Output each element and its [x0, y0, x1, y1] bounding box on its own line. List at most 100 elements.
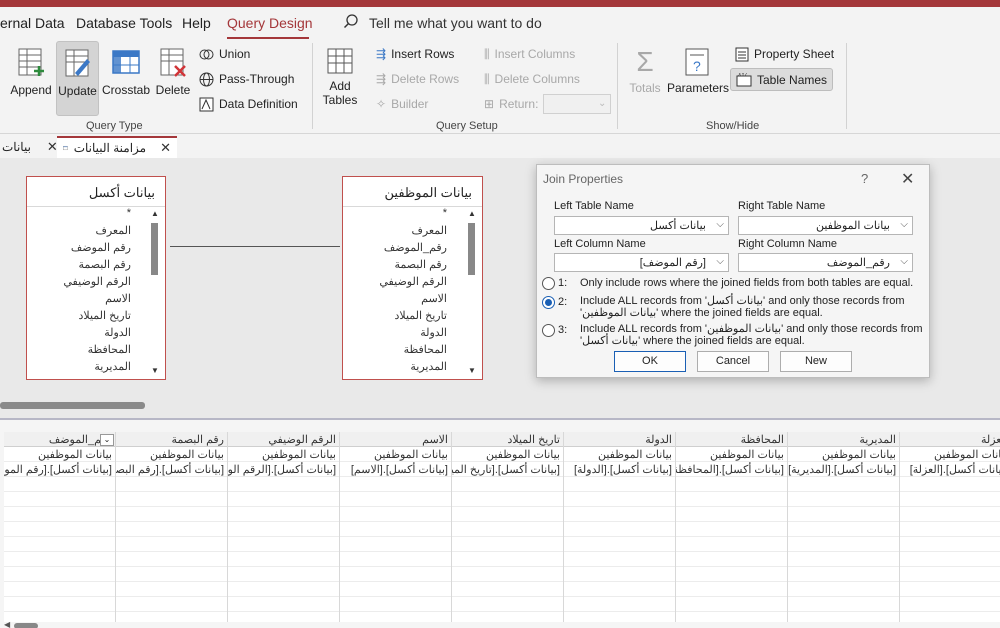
grid-cell-empty[interactable]: [564, 552, 675, 567]
table-field[interactable]: رقم البصمة: [35, 258, 145, 275]
grid-cell-update[interactable]: [بيانات أكسل].[رقم البصمة]: [116, 462, 227, 477]
grid-cell-empty[interactable]: [452, 507, 563, 522]
cancel-button[interactable]: Cancel: [697, 351, 769, 372]
grid-cell-empty[interactable]: [788, 597, 899, 612]
grid-cell-empty[interactable]: [116, 537, 227, 552]
grid-cell-empty[interactable]: [452, 477, 563, 492]
table-field[interactable]: *: [35, 207, 145, 224]
grid-cell-field[interactable]: رقم_الموضف: [4, 432, 115, 447]
scroll-up-icon[interactable]: ▲: [151, 209, 159, 218]
grid-cell-field[interactable]: العزلة: [900, 432, 1000, 447]
grid-cell-empty[interactable]: [676, 567, 787, 582]
grid-cell-update[interactable]: [بيانات أكسل].[العزلة]: [900, 462, 1000, 477]
left-column-name-select[interactable]: [رقم الموضف] ⌵: [554, 253, 729, 272]
union-button[interactable]: Union: [199, 44, 250, 64]
table-field[interactable]: رقم البصمة: [351, 258, 461, 275]
add-tables-button[interactable]: Add Tables: [320, 43, 360, 115]
close-icon[interactable]: ✕: [901, 169, 914, 189]
grid-cell-update[interactable]: [بيانات أكسل].[تاريخ الميلاد]: [452, 462, 563, 477]
table-field[interactable]: المعرف: [351, 224, 461, 241]
grid-cell-empty[interactable]: [900, 492, 1000, 507]
grid-cell-empty[interactable]: [452, 537, 563, 552]
grid-cell-table[interactable]: بيانات الموظفين: [900, 447, 1000, 462]
insert-columns-button[interactable]: ⫼ Insert Columns: [484, 44, 575, 64]
join-option-3-text[interactable]: Include ALL records from 'بيانات الموظفي…: [580, 323, 925, 347]
grid-cell-empty[interactable]: [228, 507, 339, 522]
grid-cell-empty[interactable]: [788, 507, 899, 522]
grid-cell-empty[interactable]: [228, 552, 339, 567]
scroll-thumb[interactable]: [151, 223, 158, 275]
grid-cell-empty[interactable]: [340, 507, 451, 522]
grid-cell-field[interactable]: تاريخ الميلاد: [452, 432, 563, 447]
grid-cell-empty[interactable]: [452, 567, 563, 582]
grid-cell-table[interactable]: بيانات الموظفين: [340, 447, 451, 462]
table-field[interactable]: الاسم: [351, 292, 461, 309]
property-sheet-button[interactable]: Property Sheet: [735, 44, 834, 64]
grid-cell-empty[interactable]: [116, 597, 227, 612]
table-field[interactable]: الرقم الوضيفي: [35, 275, 145, 292]
tab-data-sync[interactable]: مزامنة البيانات ✕: [57, 136, 177, 158]
grid-cell-empty[interactable]: [900, 552, 1000, 567]
grid-cell-empty[interactable]: [340, 522, 451, 537]
right-table-box[interactable]: بيانات الموظفين * المعرف رقم_الموضف رقم الب…: [342, 176, 483, 380]
left-table-scrollbar[interactable]: ▲ ▼: [149, 209, 161, 375]
table-field[interactable]: الدولة: [35, 326, 145, 343]
grid-cell-empty[interactable]: [788, 492, 899, 507]
grid-cell-update[interactable]: [بيانات أكسل].[المحافظة]: [676, 462, 787, 477]
grid-cell-empty[interactable]: [900, 537, 1000, 552]
grid-cell-table[interactable]: بيانات الموظفين: [564, 447, 675, 462]
grid-cell-empty[interactable]: [564, 597, 675, 612]
grid-cell-empty[interactable]: [452, 552, 563, 567]
table-field[interactable]: المحافظة: [351, 343, 461, 360]
close-icon[interactable]: ✕: [160, 140, 171, 156]
new-button[interactable]: New: [780, 351, 852, 372]
grid-cell-empty[interactable]: [228, 582, 339, 597]
grid-cell-table[interactable]: بيانات الموظفين: [4, 447, 115, 462]
join-option-1-text[interactable]: Only include rows where the joined field…: [580, 277, 925, 289]
grid-cell-empty[interactable]: [340, 492, 451, 507]
grid-cell-empty[interactable]: [4, 477, 115, 492]
grid-cell-empty[interactable]: [788, 552, 899, 567]
table-field[interactable]: الاسم: [35, 292, 145, 309]
grid-cell-empty[interactable]: [676, 507, 787, 522]
grid-cell-update[interactable]: [بيانات أكسل].[رقم الموضف]: [4, 462, 115, 477]
grid-cell-table[interactable]: بيانات الموظفين: [788, 447, 899, 462]
delete-button[interactable]: Delete: [153, 43, 193, 113]
grid-cell-empty[interactable]: [228, 492, 339, 507]
table-field[interactable]: الرقم الوضيفي: [351, 275, 461, 292]
delete-columns-button[interactable]: ⫼ Delete Columns: [484, 69, 580, 89]
right-column-name-select[interactable]: رقم_الموضف ⌵: [738, 253, 913, 272]
help-icon[interactable]: ?: [861, 171, 868, 186]
grid-cell-empty[interactable]: [900, 522, 1000, 537]
grid-cell-empty[interactable]: [676, 522, 787, 537]
left-table-box[interactable]: بيانات أكسل * المعرف رقم الموضف رقم البصمة ا…: [26, 176, 166, 380]
grid-cell-empty[interactable]: [676, 552, 787, 567]
grid-cell-update[interactable]: [بيانات أكسل].[المديرية]: [788, 462, 899, 477]
grid-cell-empty[interactable]: [340, 567, 451, 582]
grid-cell-empty[interactable]: [788, 582, 899, 597]
table-field[interactable]: *: [351, 207, 461, 224]
grid-cell-empty[interactable]: [4, 597, 115, 612]
grid-cell-empty[interactable]: [4, 567, 115, 582]
grid-cell-empty[interactable]: [116, 582, 227, 597]
field-dropdown-icon[interactable]: ⌄: [100, 434, 114, 446]
totals-button[interactable]: Σ Totals: [626, 43, 664, 113]
tab-database-tools[interactable]: Database Tools: [76, 15, 172, 31]
grid-cell-field[interactable]: المديرية: [788, 432, 899, 447]
join-line[interactable]: [170, 246, 340, 247]
grid-cell-empty[interactable]: [116, 477, 227, 492]
grid-cell-field[interactable]: الاسم: [340, 432, 451, 447]
grid-cell-empty[interactable]: [4, 537, 115, 552]
scroll-left-icon[interactable]: ◀: [4, 620, 10, 628]
designer-horizontal-scrollbar[interactable]: [0, 402, 145, 409]
join-option-2-text[interactable]: Include ALL records from 'بيانات أكسل' a…: [580, 295, 925, 319]
grid-cell-empty[interactable]: [116, 567, 227, 582]
join-option-3-radio[interactable]: [542, 324, 555, 337]
grid-cell-empty[interactable]: [900, 567, 1000, 582]
grid-cell-update[interactable]: [بيانات أكسل].[الدولة]: [564, 462, 675, 477]
table-names-button[interactable]: XYZ Table Names: [730, 68, 834, 91]
pass-through-button[interactable]: Pass-Through: [199, 69, 294, 89]
grid-cell-empty[interactable]: [340, 597, 451, 612]
right-table-name-select[interactable]: بيانات الموظفين ⌵: [738, 216, 913, 235]
grid-cell-empty[interactable]: [564, 492, 675, 507]
